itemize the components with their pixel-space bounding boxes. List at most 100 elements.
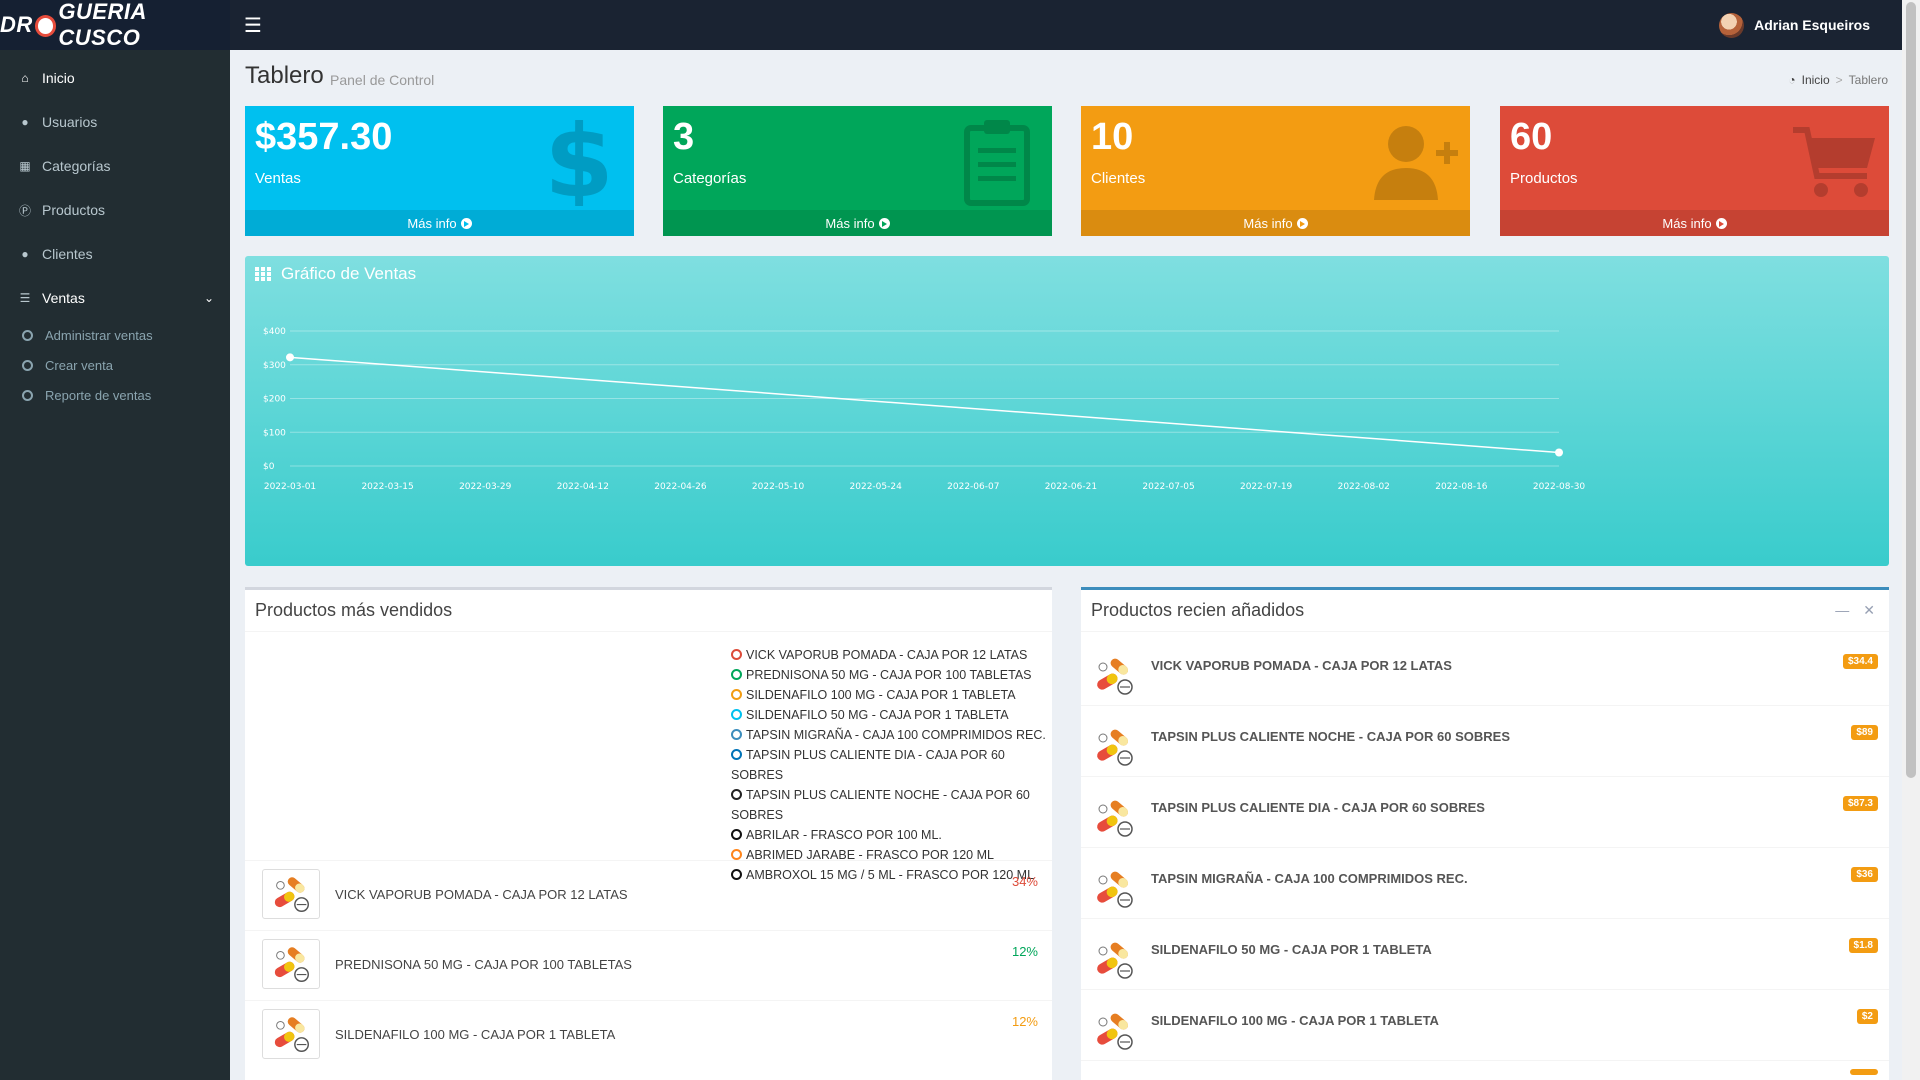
data-point[interactable] (286, 353, 294, 362)
user-plus-icon (1374, 126, 1458, 200)
product-name[interactable]: VICK VAPORUB POMADA - CAJA POR 12 LATAS (1151, 658, 1452, 673)
list-item[interactable]: TAPSIN PLUS CALIENTE DIA - CAJA POR 60 S… (1081, 777, 1889, 848)
product-thumbnail (262, 869, 320, 919)
page-subtitle: Panel de Control (330, 72, 435, 88)
box-label: Categorías (673, 170, 747, 187)
legend-label: TAPSIN MIGRAÑA - CAJA 100 COMPRIMIDOS RE… (746, 728, 1046, 742)
legend-label: SILDENAFILO 50 MG - CAJA POR 1 TABLETA (746, 708, 1009, 722)
arrow-circle-right-icon (460, 217, 472, 229)
list-item[interactable]: TAPSIN PLUS CALIENTE NOCHE - CAJA POR 60… (1081, 706, 1889, 777)
sidebar-item-label: Productos (42, 202, 106, 218)
categories-summary-box: 3 Categorías Más info (663, 106, 1052, 236)
breadcrumb-separator: > (1835, 73, 1843, 87)
product-name[interactable]: TAPSIN PLUS CALIENTE NOCHE - CAJA POR 60… (1151, 729, 1510, 744)
sidebar-item-label: Ventas (42, 290, 85, 306)
close-icon[interactable]: ✕ (1863, 602, 1875, 619)
circle-o-icon (731, 649, 742, 660)
list-item[interactable]: TAPSIN MIGRAÑA - CAJA 100 COMPRIMIDOS RE… (1081, 848, 1889, 919)
app-logo[interactable]: DR GUERIA CUSCO (0, 0, 230, 50)
list-item[interactable]: VICK VAPORUB POMADA - CAJA POR 12 LATAS $… (1081, 635, 1889, 706)
product-name[interactable]: TAPSIN MIGRAÑA - CAJA 100 COMPRIMIDOS RE… (1151, 871, 1468, 886)
more-info-link[interactable]: Más info (245, 210, 634, 236)
sidebar-item-categorias[interactable]: ▦ Categorías (0, 144, 230, 188)
more-info-link[interactable]: Más info (1500, 210, 1889, 236)
x-tick-label: 2022-05-10 (752, 482, 805, 492)
product-p-icon: Ⓟ (18, 203, 31, 218)
more-info-link[interactable]: Más info (663, 210, 1052, 236)
more-info-link[interactable]: Más info (1081, 210, 1470, 236)
y-tick-label: $400 (263, 327, 286, 337)
legend-item: PREDNISONA 50 MG - CAJA POR 100 TABLETAS (731, 665, 1051, 685)
product-thumbnail (262, 1009, 320, 1059)
scrollbar-thumb[interactable] (1906, 2, 1916, 778)
pie-chart-area (245, 635, 725, 860)
list-item[interactable]: SILDENAFILO 50 MG - CAJA POR 1 TABLETA $1… (1081, 919, 1889, 990)
box-label: Ventas (255, 170, 301, 187)
sidebar-item-clientes[interactable]: ● Clientes (0, 232, 230, 276)
recent-products-title: Productos recien añadidos (1091, 600, 1305, 620)
legend-item: TAPSIN PLUS CALIENTE NOCHE - CAJA POR 60… (731, 785, 1051, 825)
list-icon: ☰ (19, 291, 31, 305)
sidebar-item-usuarios[interactable]: ● Usuarios (0, 100, 230, 144)
price-badge: $2 (1856, 1009, 1878, 1024)
x-tick-label: 2022-06-21 (1045, 482, 1097, 492)
price-badge (1850, 1069, 1878, 1075)
x-tick-label: 2022-07-05 (1142, 482, 1194, 492)
circle-icon (22, 389, 33, 401)
list-item[interactable] (1081, 1061, 1889, 1080)
product-thumbnail (1089, 651, 1139, 701)
th-icon (255, 267, 271, 281)
sidebar-item-ventas[interactable]: ☰ Ventas ⌄ (0, 276, 230, 320)
collapse-icon[interactable]: — (1835, 602, 1849, 619)
product-name[interactable]: SILDENAFILO 100 MG - CAJA POR 1 TABLETA (1151, 1013, 1439, 1028)
legend-item: TAPSIN PLUS CALIENTE DIA - CAJA POR 60 S… (731, 745, 1051, 785)
product-name[interactable]: SILDENAFILO 50 MG - CAJA POR 1 TABLETA (1151, 942, 1432, 957)
circle-o-icon (731, 669, 742, 680)
sidebar-item-productos[interactable]: Ⓟ Productos (0, 188, 230, 232)
box-value: 3 (673, 116, 695, 158)
price-badge: $87.3 (1842, 796, 1878, 811)
clients-summary-box: 10 Clientes Más info (1081, 106, 1470, 236)
legend-item: TAPSIN MIGRAÑA - CAJA 100 COMPRIMIDOS RE… (731, 725, 1051, 745)
breadcrumb-current: Tablero (1848, 73, 1888, 87)
data-point[interactable] (1555, 448, 1563, 457)
list-item[interactable]: SILDENAFILO 100 MG - CAJA POR 1 TABLETA 1… (245, 1000, 1052, 1070)
sidebar-subitem-administrar-ventas[interactable]: Administrar ventas (0, 320, 230, 350)
panel-title: Productos recien añadidos — ✕ (1081, 590, 1889, 632)
chart-legend: VICK VAPORUB POMADA - CAJA POR 12 LATAS P… (731, 645, 1051, 885)
sidebar-item-inicio[interactable]: ⌂ Inicio (0, 56, 230, 100)
sidebar-item-label: Inicio (42, 70, 75, 86)
x-tick-label: 2022-04-26 (654, 482, 707, 492)
sidebar: ⌂ Inicio ● Usuarios ▦ Categorías Ⓟ Produ… (0, 50, 230, 1080)
best-sellers-title: Productos más vendidos (255, 600, 453, 620)
sidebar-subitem-reporte-ventas[interactable]: Reporte de ventas (0, 380, 230, 410)
product-name[interactable]: TAPSIN PLUS CALIENTE DIA - CAJA POR 60 S… (1151, 800, 1485, 815)
legend-item: SILDENAFILO 50 MG - CAJA POR 1 TABLETA (731, 705, 1051, 725)
x-tick-label: 2022-08-02 (1338, 482, 1390, 492)
user-menu[interactable]: Adrian Esqueiros (1719, 12, 1870, 38)
sidebar-subitem-label: Reporte de ventas (45, 387, 152, 403)
list-item[interactable]: VICK VAPORUB POMADA - CAJA POR 12 LATAS 3… (245, 860, 1052, 930)
x-tick-label: 2022-04-12 (557, 482, 609, 492)
user-icon: ● (21, 115, 29, 129)
arrow-circle-right-icon (1715, 217, 1727, 229)
sidebar-subitem-crear-venta[interactable]: Crear venta (0, 350, 230, 380)
sidebar-toggle-icon[interactable]: ☰ (244, 13, 262, 38)
box-label: Productos (1510, 170, 1578, 187)
breadcrumb: ◔ Inicio > Tablero (1788, 73, 1888, 87)
legend-label: ABRILAR - FRASCO POR 100 ML. (746, 828, 942, 842)
product-thumbnail (1089, 722, 1139, 772)
grid-icon: ▦ (19, 159, 31, 173)
circle-o-icon (731, 849, 742, 860)
x-tick-label: 2022-05-24 (850, 482, 903, 492)
svg-text:$: $ (544, 116, 614, 206)
dashboard-icon: ◔ (1788, 73, 1796, 87)
recent-products-panel: Productos recien añadidos — ✕ VICK VAPOR… (1081, 587, 1889, 1080)
legend-label: TAPSIN PLUS CALIENTE DIA - CAJA POR 60 S… (731, 748, 1005, 782)
list-item[interactable]: SILDENAFILO 100 MG - CAJA POR 1 TABLETA $… (1081, 990, 1889, 1061)
legend-label: TAPSIN PLUS CALIENTE NOCHE - CAJA POR 60… (731, 788, 1030, 822)
breadcrumb-home[interactable]: Inicio (1802, 73, 1830, 87)
list-item[interactable]: PREDNISONA 50 MG - CAJA POR 100 TABLETAS… (245, 930, 1052, 1000)
y-tick-label: $0 (263, 462, 275, 472)
sidebar-item-label: Clientes (42, 246, 93, 262)
